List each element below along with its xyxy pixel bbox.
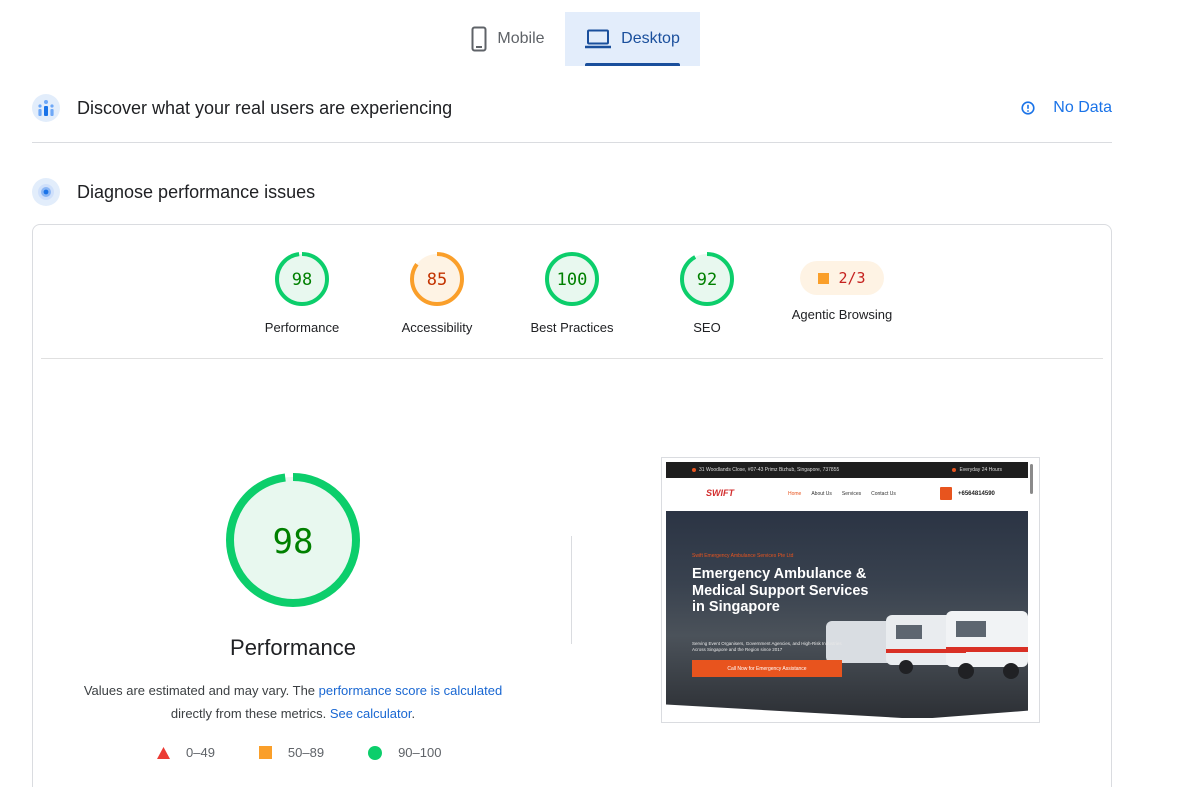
performance-big-score: 98 [273, 522, 314, 562]
tab-desktop[interactable]: Desktop [565, 12, 700, 66]
label-seo: SEO [693, 320, 721, 335]
screenshot-phone: +6564814590 [940, 487, 995, 500]
note-middle: directly from these metrics. [170, 706, 330, 721]
gauge-performance[interactable]: 98 Performance [237, 251, 367, 335]
screenshot-cta: Call Now for Emergency Assistance [692, 660, 842, 677]
legend-pass: 90–100 [368, 745, 441, 760]
legend-fail: 0–49 [157, 745, 215, 760]
label-best-practices: Best Practices [530, 320, 614, 335]
performance-score-link[interactable]: performance score is calculated [319, 683, 503, 698]
score-best-practices: 100 [557, 270, 588, 290]
note-prefix: Values are estimated and may vary. The [83, 683, 319, 698]
screenshot-content: 31 Woodlands Close, #07-43 Primz Bizhub,… [666, 462, 1035, 718]
screenshot-nav-home: Home [788, 491, 802, 497]
discover-title: Discover what your real users are experi… [77, 97, 453, 118]
section-divider [32, 142, 1112, 143]
score-accessibility: 85 [427, 270, 447, 290]
triangle-icon [157, 746, 170, 759]
screenshot-hours-text: Everyday 24 Hours [959, 467, 1002, 473]
info-icon [1021, 101, 1035, 115]
screenshot-address: 31 Woodlands Close, #07-43 Primz Bizhub,… [699, 467, 840, 473]
legend-fail-range: 0–49 [186, 745, 215, 760]
gauge-accessibility[interactable]: 85 Accessibility [372, 251, 502, 335]
screenshot-phone-number: +6564814590 [958, 490, 995, 497]
screenshot-subtext: Serving Event Organisers, Government Age… [692, 641, 842, 652]
phone-box-icon [940, 487, 952, 500]
score-agentic-browsing: 2/3 [838, 269, 866, 287]
discover-section: Discover what your real users are experi… [32, 88, 1112, 128]
gauge-seo[interactable]: 92 SEO [642, 251, 772, 335]
category-gauges: 98 Performance 85 Accessibility 100 Best… [33, 251, 1111, 341]
performance-note: Values are estimated and may vary. The p… [63, 679, 523, 725]
report-card: 98 Performance 85 Accessibility 100 Best… [32, 224, 1112, 787]
screenshot-logo: SWIFT [706, 488, 734, 498]
screenshot-nav-about: About Us [811, 491, 832, 497]
screenshot-nav-links: Home About Us Services Contact Us [788, 491, 896, 497]
phone-icon [471, 26, 487, 52]
screenshot-headline: Emergency Ambulance & Medical Support Se… [692, 566, 869, 615]
tab-mobile-label: Mobile [497, 30, 545, 47]
score-ring-performance: 98 [275, 252, 329, 306]
screenshot-nav-services: Services [841, 491, 862, 497]
gauge-agentic-browsing[interactable]: 2/3 Agentic Browsing [777, 251, 907, 322]
final-screenshot[interactable]: 31 Woodlands Close, #07-43 Primz Bizhub,… [661, 457, 1040, 723]
screenshot-topbar: 31 Woodlands Close, #07-43 Primz Bizhub,… [666, 462, 1028, 478]
no-data-link[interactable]: No Data [1021, 99, 1112, 117]
legend-average: 50–89 [258, 745, 325, 760]
vertical-separator [571, 536, 572, 644]
tab-mobile[interactable]: Mobile [452, 12, 564, 66]
screenshot-hero: Swift Emergency Ambulance Services Pte L… [666, 511, 1028, 718]
target-icon [32, 178, 60, 206]
pagespeed-report: Mobile Desktop Discover what your real u… [0, 0, 1202, 787]
screenshot-kicker: Swift Emergency Ambulance Services Pte L… [692, 553, 794, 559]
laptop-icon [585, 29, 612, 49]
circle-icon [368, 745, 383, 760]
score-legend: 0–49 50–89 90–100 [157, 745, 485, 760]
performance-title: Performance [230, 635, 356, 660]
agentic-score-pill: 2/3 [800, 261, 884, 295]
legend-pass-range: 90–100 [398, 745, 442, 760]
card-divider [41, 358, 1103, 359]
square-icon [258, 746, 272, 759]
score-ring-best-practices: 100 [545, 252, 599, 306]
users-chart-icon [32, 94, 60, 122]
score-performance: 98 [292, 270, 312, 290]
score-ring-accessibility: 85 [410, 252, 464, 306]
legend-average-range: 50–89 [287, 745, 325, 760]
note-suffix: . [411, 706, 416, 721]
tab-desktop-label: Desktop [621, 30, 680, 47]
diagnose-title: Diagnose performance issues [77, 181, 316, 202]
gauge-best-practices[interactable]: 100 Best Practices [507, 251, 637, 335]
label-agentic-browsing: Agentic Browsing [791, 307, 893, 322]
no-data-label: No Data [1053, 99, 1112, 116]
score-seo: 92 [697, 270, 717, 290]
score-ring-seo: 92 [680, 252, 734, 306]
screenshot-scrollbar [1030, 464, 1033, 494]
location-icon [692, 468, 696, 472]
label-accessibility: Accessibility [401, 320, 473, 335]
average-square-icon [818, 272, 830, 284]
screenshot-hours: Everyday 24 Hours [952, 467, 1002, 473]
clock-icon [952, 468, 957, 472]
screenshot-nav: SWIFT Home About Us Services Contact Us … [666, 478, 1028, 511]
diagnose-section: Diagnose performance issues [32, 172, 1112, 212]
label-performance: Performance [264, 320, 340, 335]
screenshot-nav-contact: Contact Us [871, 491, 896, 497]
see-calculator-link[interactable]: See calculator [330, 706, 412, 721]
performance-big-gauge: 98 [226, 473, 360, 607]
